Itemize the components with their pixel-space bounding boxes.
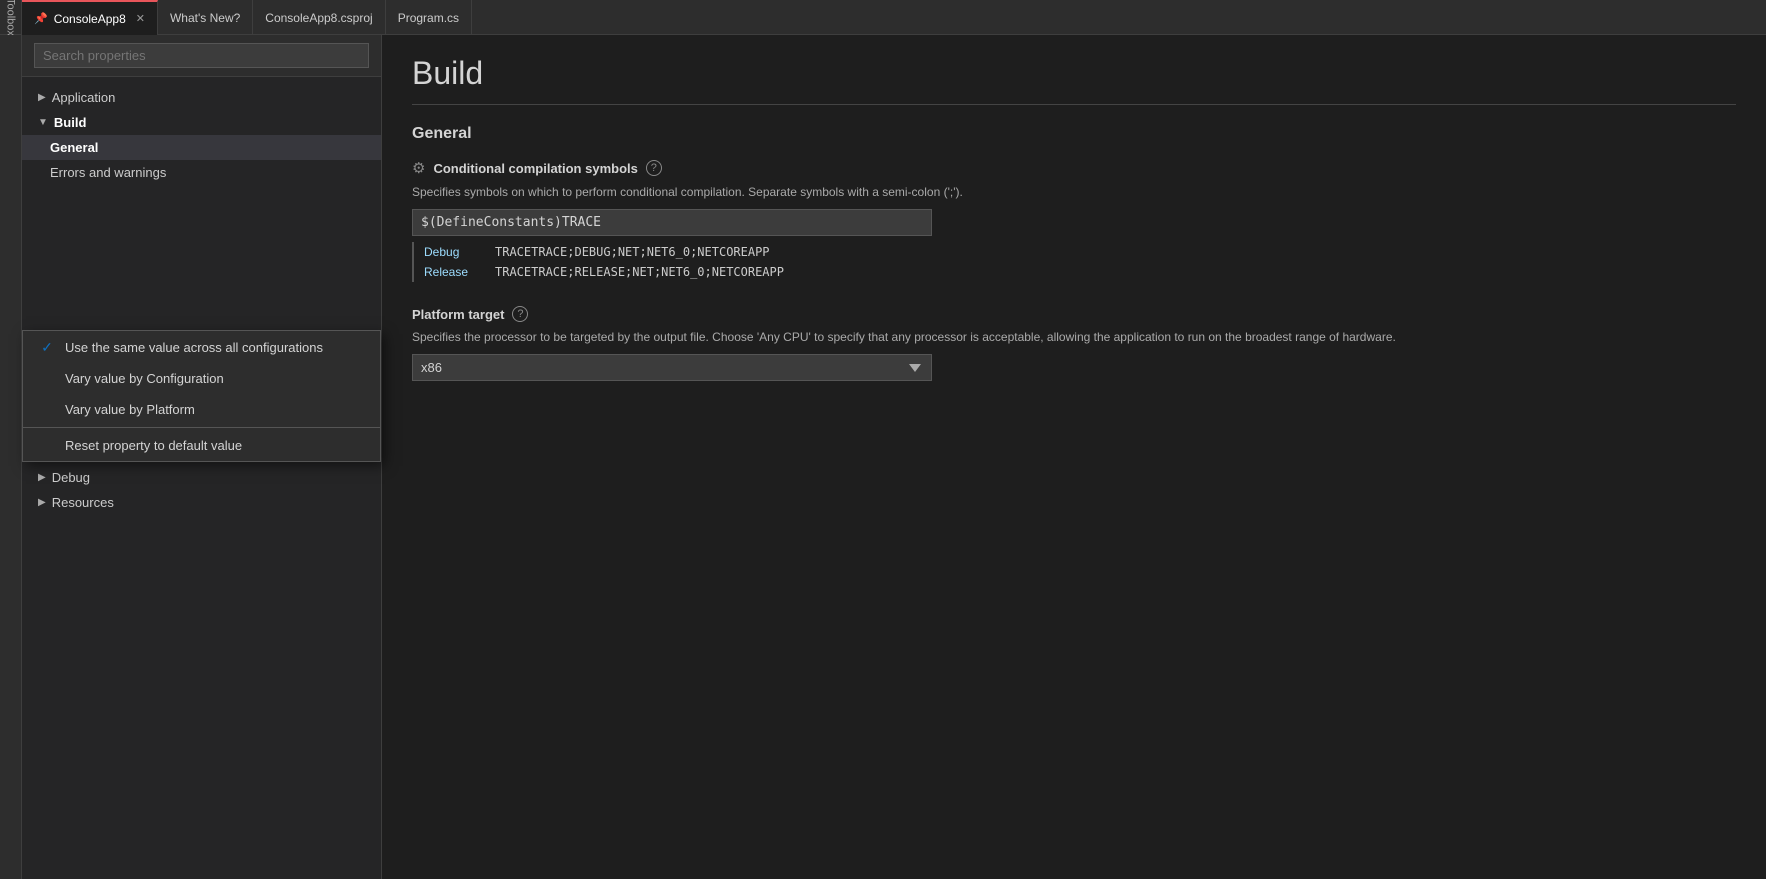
- sidebar-item-general[interactable]: General: [22, 135, 381, 160]
- conditional-compilation-label: Conditional compilation symbols: [433, 161, 637, 176]
- tab-whatsnew-label: What's New?: [170, 11, 240, 25]
- vary-config-label: Vary value by Configuration: [65, 371, 224, 386]
- context-reset[interactable]: Reset property to default value: [23, 430, 380, 461]
- sidebar-item-errors-warnings[interactable]: Errors and warnings: [22, 160, 381, 185]
- build-label: Build: [54, 115, 87, 130]
- context-menu: ✓ Use the same value across all configur…: [22, 330, 381, 462]
- sidebar-item-build[interactable]: ▼ Build: [22, 110, 381, 135]
- tab-csproj[interactable]: ConsoleApp8.csproj: [253, 0, 385, 35]
- tab-whatsnew[interactable]: What's New?: [158, 0, 253, 35]
- tab-close-icon[interactable]: ✕: [136, 12, 145, 25]
- resources-arrow: ▶: [38, 497, 46, 508]
- search-input[interactable]: [34, 43, 369, 68]
- page-title: Build: [412, 55, 1736, 105]
- content-area: Build General ⚙ Conditional compilation …: [382, 35, 1766, 879]
- sidebar-item-resources[interactable]: ▶ Resources: [22, 490, 381, 515]
- config-name-debug: Debug: [424, 245, 479, 259]
- config-row-release: Release TRACETRACE;RELEASE;NET;NET6_0;NE…: [424, 262, 1736, 282]
- config-values: Debug TRACETRACE;DEBUG;NET;NET6_0;NETCOR…: [412, 242, 1736, 282]
- tab-programcs-label: Program.cs: [398, 11, 459, 25]
- conditional-compilation-description: Specifies symbols on which to perform co…: [412, 183, 1736, 201]
- toolbox-label: Toolbox: [5, 0, 17, 36]
- property-platform-target: Platform target ? Specifies the processo…: [412, 306, 1736, 381]
- platform-target-select[interactable]: Any CPU x86 x64 ARM ARM64: [412, 354, 932, 381]
- platform-target-description: Specifies the processor to be targeted b…: [412, 328, 1736, 346]
- property-label-row-2: Platform target ?: [412, 306, 1736, 322]
- context-vary-config[interactable]: Vary value by Configuration: [23, 363, 380, 394]
- debug-label: Debug: [52, 470, 90, 485]
- build-arrow: ▼: [38, 117, 48, 128]
- application-arrow: ▶: [38, 92, 46, 103]
- resources-label: Resources: [52, 495, 114, 510]
- tab-pin-icon: 📌: [34, 12, 48, 25]
- toolbox-strip-tab[interactable]: Toolbox: [0, 0, 22, 34]
- toolbox-sidebar: [0, 35, 22, 879]
- general-label: General: [50, 140, 98, 155]
- application-label: Application: [52, 90, 116, 105]
- context-vary-platform[interactable]: Vary value by Platform: [23, 394, 380, 425]
- debug-arrow: ▶: [38, 472, 46, 483]
- context-menu-separator: [23, 427, 380, 428]
- section-header: General: [412, 125, 1736, 143]
- context-same-value[interactable]: ✓ Use the same value across all configur…: [23, 331, 380, 363]
- config-name-release: Release: [424, 265, 479, 279]
- same-value-label: Use the same value across all configurat…: [65, 340, 323, 355]
- property-conditional-compilation: ⚙ Conditional compilation symbols ? Spec…: [412, 159, 1736, 282]
- sidebar-item-application[interactable]: ▶ Application: [22, 85, 381, 110]
- platform-target-label: Platform target: [412, 307, 504, 322]
- gear-icon[interactable]: ⚙: [412, 159, 425, 177]
- tab-programcs[interactable]: Program.cs: [386, 0, 472, 35]
- sidebar-item-debug[interactable]: ▶ Debug: [22, 465, 381, 490]
- reset-label: Reset property to default value: [65, 438, 242, 453]
- platform-target-select-row: Any CPU x86 x64 ARM ARM64: [412, 354, 1736, 381]
- errors-warnings-label: Errors and warnings: [50, 165, 166, 180]
- property-label-row-1: ⚙ Conditional compilation symbols ?: [412, 159, 1736, 177]
- properties-panel: ▶ Application ▼ Build General Errors and…: [22, 35, 382, 879]
- tab-csproj-label: ConsoleApp8.csproj: [265, 11, 372, 25]
- config-value-debug: TRACETRACE;DEBUG;NET;NET6_0;NETCOREAPP: [495, 245, 770, 259]
- config-value-release: TRACETRACE;RELEASE;NET;NET6_0;NETCOREAPP: [495, 265, 784, 279]
- vary-platform-label: Vary value by Platform: [65, 402, 195, 417]
- tab-bar: Toolbox 📌 ConsoleApp8 ✕ What's New? Cons…: [0, 0, 1766, 35]
- check-icon-same-value: ✓: [39, 339, 55, 355]
- search-bar: [22, 35, 381, 77]
- conditional-compilation-input[interactable]: [412, 209, 932, 236]
- nav-tree: ▶ Application ▼ Build General Errors and…: [22, 77, 381, 879]
- main-area: ▶ Application ▼ Build General Errors and…: [0, 35, 1766, 879]
- help-icon-platform[interactable]: ?: [512, 306, 528, 322]
- tab-label: ConsoleApp8: [54, 12, 126, 26]
- help-icon-conditional[interactable]: ?: [646, 160, 662, 176]
- config-row-debug: Debug TRACETRACE;DEBUG;NET;NET6_0;NETCOR…: [424, 242, 1736, 262]
- tab-consoleapp8[interactable]: 📌 ConsoleApp8 ✕: [22, 0, 158, 35]
